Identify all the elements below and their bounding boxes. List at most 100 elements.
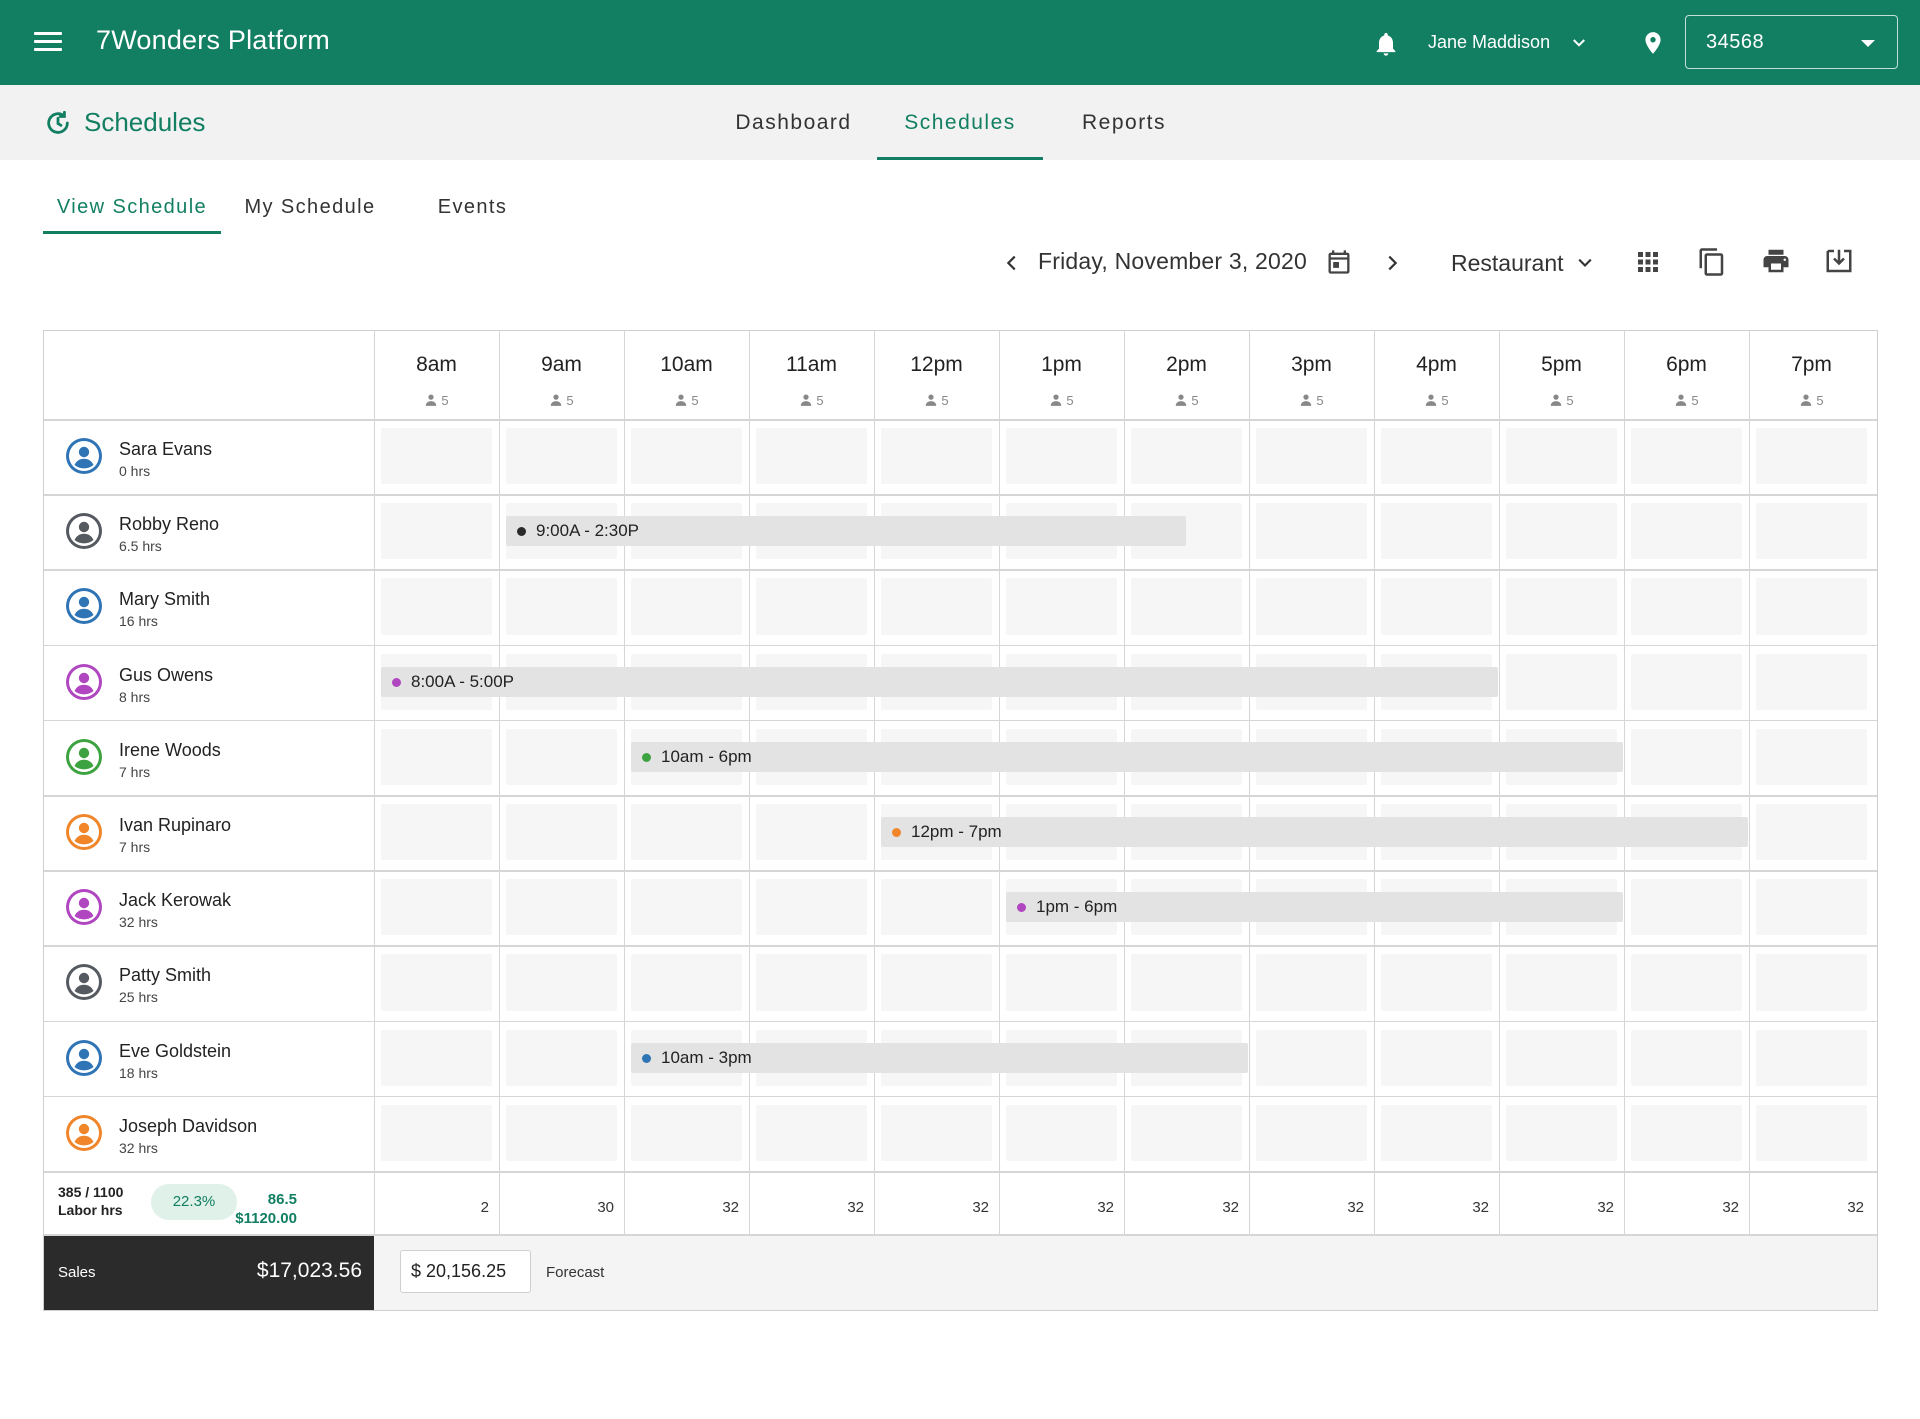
schedule-slot[interactable] bbox=[1506, 503, 1617, 560]
schedule-slot[interactable] bbox=[1631, 1029, 1742, 1086]
schedule-slot[interactable] bbox=[756, 804, 867, 861]
shift-block[interactable]: 10am - 6pm bbox=[631, 741, 1623, 772]
schedule-slot[interactable] bbox=[1631, 503, 1742, 560]
schedule-slot[interactable] bbox=[631, 804, 742, 861]
schedule-slot[interactable] bbox=[756, 879, 867, 936]
schedule-slot[interactable] bbox=[506, 1104, 617, 1161]
schedule-slot[interactable] bbox=[1256, 503, 1367, 560]
schedule-slot[interactable] bbox=[381, 879, 492, 936]
schedule-slot[interactable] bbox=[881, 1104, 992, 1161]
schedule-slot[interactable] bbox=[631, 954, 742, 1011]
nav-tab-schedules[interactable]: Schedules bbox=[877, 85, 1043, 160]
schedule-slot[interactable] bbox=[1256, 428, 1367, 485]
schedule-slot[interactable] bbox=[1631, 653, 1742, 710]
nav-tab-reports[interactable]: Reports bbox=[1054, 85, 1194, 160]
schedule-slot[interactable] bbox=[1506, 578, 1617, 635]
schedule-slot[interactable] bbox=[381, 578, 492, 635]
calendar-icon[interactable] bbox=[1325, 247, 1353, 277]
schedule-slot[interactable] bbox=[1506, 428, 1617, 485]
schedule-slot[interactable] bbox=[1256, 578, 1367, 635]
schedule-slot[interactable] bbox=[881, 879, 992, 936]
schedule-slot[interactable] bbox=[1381, 578, 1492, 635]
schedule-slot[interactable] bbox=[756, 954, 867, 1011]
schedule-slot[interactable] bbox=[506, 954, 617, 1011]
forecast-input[interactable] bbox=[400, 1250, 531, 1293]
schedule-slot[interactable] bbox=[1006, 428, 1117, 485]
schedule-slot[interactable] bbox=[1381, 1029, 1492, 1086]
subtab-events[interactable]: Events bbox=[430, 184, 515, 234]
notification-bell-icon[interactable] bbox=[1372, 29, 1400, 59]
download-icon[interactable] bbox=[1823, 246, 1855, 276]
schedule-slot[interactable] bbox=[1131, 1104, 1242, 1161]
schedule-slot[interactable] bbox=[1381, 428, 1492, 485]
shift-block[interactable]: 9:00A - 2:30P bbox=[506, 516, 1186, 547]
schedule-slot[interactable] bbox=[1006, 954, 1117, 1011]
chevron-right-icon[interactable] bbox=[1381, 252, 1403, 274]
employee-name[interactable]: Irene Woods bbox=[119, 740, 221, 761]
schedule-slot[interactable] bbox=[631, 428, 742, 485]
schedule-slot[interactable] bbox=[1131, 954, 1242, 1011]
department-select[interactable]: Restaurant bbox=[1451, 250, 1564, 277]
employee-name[interactable]: Patty Smith bbox=[119, 965, 211, 986]
schedule-slot[interactable] bbox=[1756, 1104, 1867, 1161]
shift-block[interactable]: 1pm - 6pm bbox=[1006, 892, 1623, 923]
schedule-slot[interactable] bbox=[1756, 578, 1867, 635]
shift-block[interactable]: 8:00A - 5:00P bbox=[381, 666, 1498, 697]
shift-block[interactable]: 10am - 3pm bbox=[631, 1042, 1248, 1073]
schedule-slot[interactable] bbox=[881, 578, 992, 635]
schedule-slot[interactable] bbox=[381, 428, 492, 485]
schedule-slot[interactable] bbox=[1756, 1029, 1867, 1086]
schedule-slot[interactable] bbox=[1631, 879, 1742, 936]
employee-name[interactable]: Robby Reno bbox=[119, 514, 219, 535]
schedule-slot[interactable] bbox=[881, 954, 992, 1011]
employee-name[interactable]: Mary Smith bbox=[119, 589, 210, 610]
schedule-slot[interactable] bbox=[1506, 954, 1617, 1011]
employee-name[interactable]: Sara Evans bbox=[119, 439, 212, 460]
schedule-slot[interactable] bbox=[1131, 428, 1242, 485]
employee-name[interactable]: Eve Goldstein bbox=[119, 1041, 231, 1062]
schedule-slot[interactable] bbox=[631, 578, 742, 635]
schedule-slot[interactable] bbox=[1631, 428, 1742, 485]
schedule-slot[interactable] bbox=[506, 804, 617, 861]
schedule-slot[interactable] bbox=[1756, 804, 1867, 861]
schedule-slot[interactable] bbox=[1381, 503, 1492, 560]
schedule-slot[interactable] bbox=[1506, 653, 1617, 710]
employee-name[interactable]: Joseph Davidson bbox=[119, 1116, 257, 1137]
schedule-slot[interactable] bbox=[1631, 728, 1742, 785]
schedule-slot[interactable] bbox=[1756, 879, 1867, 936]
schedule-slot[interactable] bbox=[506, 879, 617, 936]
schedule-slot[interactable] bbox=[1631, 578, 1742, 635]
schedule-slot[interactable] bbox=[506, 428, 617, 485]
employee-name[interactable]: Gus Owens bbox=[119, 665, 213, 686]
schedule-slot[interactable] bbox=[506, 1029, 617, 1086]
grid-view-icon[interactable] bbox=[1636, 250, 1660, 274]
chevron-down-icon[interactable] bbox=[1575, 253, 1595, 273]
shift-block[interactable]: 12pm - 7pm bbox=[881, 817, 1748, 847]
schedule-slot[interactable] bbox=[1631, 954, 1742, 1011]
location-select[interactable]: 34568 bbox=[1685, 15, 1898, 69]
schedule-slot[interactable] bbox=[1506, 1029, 1617, 1086]
schedule-slot[interactable] bbox=[381, 1029, 492, 1086]
schedule-slot[interactable] bbox=[1256, 1104, 1367, 1161]
schedule-slot[interactable] bbox=[1756, 428, 1867, 485]
employee-name[interactable]: Jack Kerowak bbox=[119, 890, 231, 911]
schedule-slot[interactable] bbox=[1131, 578, 1242, 635]
copy-icon[interactable] bbox=[1697, 246, 1727, 278]
menu-icon[interactable] bbox=[34, 32, 62, 52]
schedule-slot[interactable] bbox=[1381, 1104, 1492, 1161]
schedule-slot[interactable] bbox=[1256, 1029, 1367, 1086]
schedule-slot[interactable] bbox=[1006, 1104, 1117, 1161]
print-icon[interactable] bbox=[1760, 246, 1792, 276]
schedule-slot[interactable] bbox=[1756, 954, 1867, 1011]
schedule-slot[interactable] bbox=[1756, 653, 1867, 710]
schedule-slot[interactable] bbox=[1256, 954, 1367, 1011]
schedule-slot[interactable] bbox=[881, 428, 992, 485]
chevron-left-icon[interactable] bbox=[1001, 252, 1023, 274]
employee-name[interactable]: Ivan Rupinaro bbox=[119, 815, 231, 836]
schedule-slot[interactable] bbox=[381, 728, 492, 785]
subtab-my-schedule[interactable]: My Schedule bbox=[238, 184, 382, 234]
schedule-slot[interactable] bbox=[756, 1104, 867, 1161]
schedule-slot[interactable] bbox=[1631, 1104, 1742, 1161]
user-menu-name[interactable]: Jane Maddison bbox=[1428, 32, 1550, 53]
subtab-view-schedule[interactable]: View Schedule bbox=[43, 184, 221, 234]
